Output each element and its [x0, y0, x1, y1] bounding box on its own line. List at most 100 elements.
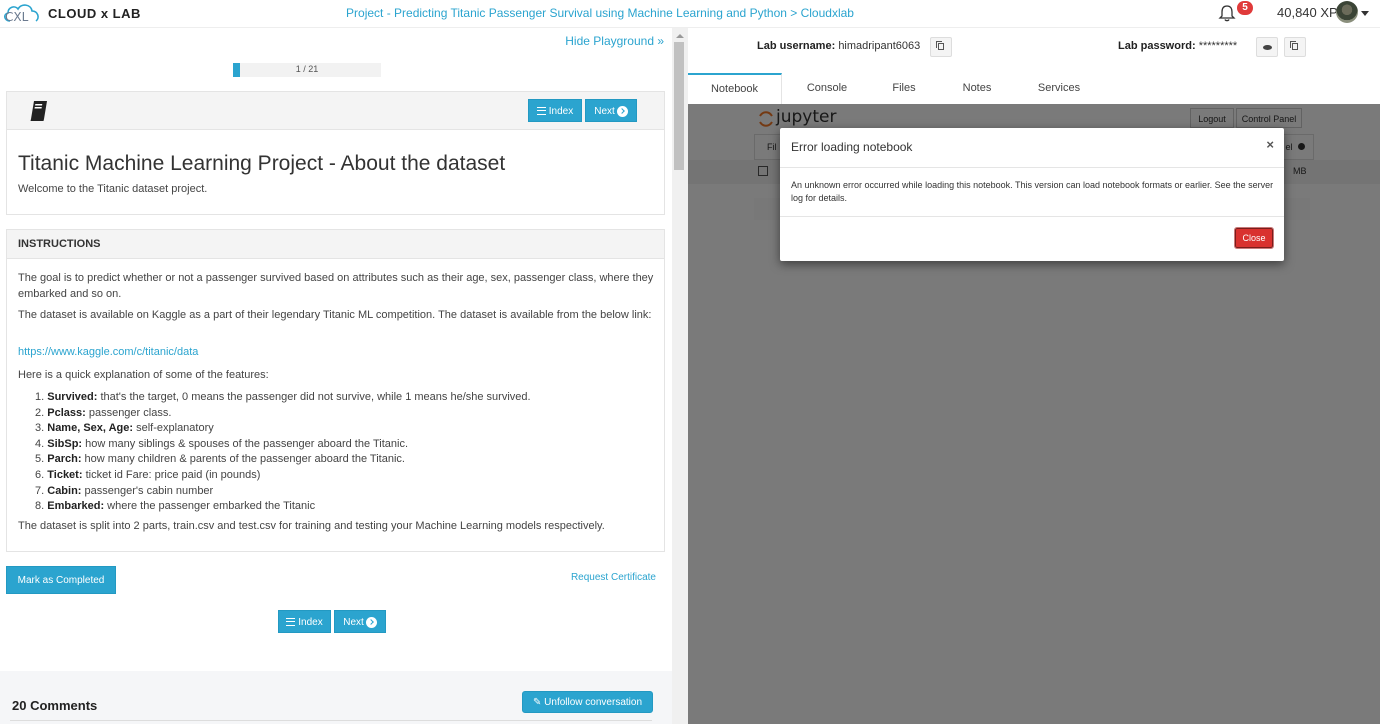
feature-list-item: 6. Ticket: ticket id Fare: price paid (i… — [35, 467, 531, 483]
feature-number: 1. — [35, 391, 45, 403]
next-button-label: Next — [343, 617, 364, 628]
eye-icon — [1263, 45, 1272, 50]
close-icon[interactable]: × — [1266, 137, 1274, 152]
unfollow-conversation-button[interactable]: ✎ Unfollow conversation — [522, 691, 653, 713]
feature-list-item: 7. Cabin: passenger's cabin number — [35, 483, 531, 499]
next-button[interactable]: Next — [585, 99, 637, 122]
tab-notes[interactable]: Notes — [946, 73, 1008, 104]
feature-list-item: 3. Name, Sex, Age: self-explanatory — [35, 420, 531, 436]
instructions-para-features: Here is a quick explanation of some of t… — [18, 369, 269, 381]
modal-close-button[interactable]: Close — [1234, 227, 1274, 249]
index-button[interactable]: Index — [528, 99, 582, 122]
modal-divider — [780, 216, 1284, 217]
unfollow-label: Unfollow conversation — [544, 697, 642, 708]
page-title: Project - Predicting Titanic Passenger S… — [0, 6, 1200, 20]
feature-number: 6. — [35, 468, 45, 481]
bell-icon[interactable] — [1218, 4, 1236, 22]
feature-list-item: 2. Pclass: passenger class. — [35, 405, 531, 421]
playground-pane: Lab username: himadripant6063 Lab passwo… — [688, 28, 1380, 724]
page-title-link[interactable]: Project - Predicting Titanic Passenger S… — [346, 6, 854, 20]
feature-description: how many children & parents of the passe… — [81, 453, 405, 466]
copy-icon — [1290, 41, 1298, 50]
comments-count: 20 Comments — [12, 698, 98, 713]
lab-username-label: Lab username: — [757, 40, 836, 52]
lab-username: Lab username: himadripant6063 — [757, 40, 920, 52]
next-button-bottom[interactable]: Next — [334, 610, 386, 633]
feature-number: 2. — [35, 406, 45, 419]
feature-name: Ticket: — [47, 468, 83, 481]
tab-notebook[interactable]: Notebook — [688, 73, 782, 104]
feature-list: 1. Survived: that's the target, 0 means … — [35, 389, 531, 514]
index-button-bottom[interactable]: Index — [278, 610, 331, 633]
instructions-para-dataset: The dataset is available on Kaggle as a … — [18, 309, 652, 321]
feature-description: self-explanatory — [133, 422, 214, 435]
lesson-card-header: Index Next — [6, 91, 665, 130]
error-modal: Error loading notebook × An unknown erro… — [780, 128, 1284, 261]
copy-icon — [936, 41, 944, 50]
instructions-heading: INSTRUCTIONS — [18, 238, 101, 250]
instructions-para-goal: The goal is to predict whether or not a … — [18, 272, 654, 300]
next-button-label: Next — [594, 106, 615, 117]
feature-name: SibSp: — [47, 437, 83, 450]
chevron-down-icon[interactable] — [1361, 11, 1369, 16]
kaggle-link[interactable]: https://www.kaggle.com/c/titanic/data — [18, 346, 198, 358]
lesson-progress-bar: 1 / 21 — [233, 63, 381, 77]
modal-message: An unknown error occurred while loading … — [791, 180, 1274, 203]
scrollbar-thumb[interactable] — [674, 42, 684, 170]
feature-name: Embarked: — [47, 500, 105, 513]
instructions-body: The goal is to predict whether or not a … — [6, 259, 665, 552]
feature-description: ticket id Fare: price paid (in pounds) — [82, 468, 261, 481]
avatar[interactable] — [1336, 1, 1358, 23]
progress-label: 1 / 21 — [295, 64, 319, 74]
lab-username-value: himadripant6063 — [838, 40, 921, 52]
lesson-card-body: Titanic Machine Learning Project - About… — [6, 130, 665, 215]
feature-name: Name, Sex, Age: — [47, 422, 134, 435]
feature-list-item: 1. Survived: that's the target, 0 means … — [35, 389, 531, 405]
tab-services[interactable]: Services — [1023, 73, 1095, 104]
feature-number: 5. — [35, 453, 45, 466]
tab-files[interactable]: Files — [873, 73, 935, 104]
book-icon — [30, 101, 47, 121]
request-certificate-link[interactable]: Request Certificate — [571, 572, 656, 583]
scroll-up-arrow-icon[interactable] — [676, 34, 684, 38]
feature-name: Pclass: — [47, 406, 86, 419]
show-password-button[interactable] — [1256, 37, 1278, 57]
feature-list-item: 5. Parch: how many children & parents of… — [35, 451, 531, 467]
notification-badge[interactable]: 5 — [1237, 1, 1253, 15]
feature-name: Cabin: — [47, 484, 82, 497]
chevron-right-circle-icon — [616, 105, 628, 117]
unfollow-icon: ✎ — [533, 697, 542, 708]
modal-title: Error loading notebook — [791, 140, 913, 154]
feature-description: how many siblings & spouses of the passe… — [82, 437, 409, 450]
index-button-label: Index — [298, 617, 323, 628]
lab-password: Lab password: ********* — [1118, 40, 1237, 52]
kaggle-link-wrap: https://www.kaggle.com/c/titanic/data — [18, 344, 658, 360]
copy-password-button[interactable] — [1284, 37, 1306, 57]
feature-description: where the passenger embarked the Titanic — [104, 500, 316, 513]
lesson-scrollbar[interactable] — [672, 28, 688, 724]
feature-description: that's the target, 0 means the passenger… — [97, 391, 531, 403]
mark-completed-button[interactable]: Mark as Completed — [6, 566, 116, 594]
feature-number: 3. — [35, 422, 45, 435]
tab-console[interactable]: Console — [788, 73, 866, 104]
lab-password-value: ********* — [1198, 40, 1238, 52]
modal-divider — [780, 167, 1284, 168]
instructions-para-split: The dataset is split into 2 parts, train… — [18, 520, 605, 532]
list-icon — [536, 107, 546, 116]
xp-points: 40,840 XP — [1277, 5, 1338, 20]
copy-username-button[interactable] — [930, 37, 952, 57]
lesson-subtitle: Welcome to the Titanic dataset project. — [18, 183, 208, 195]
index-button-label: Index — [548, 106, 574, 117]
feature-list-item: 8. Embarked: where the passenger embarke… — [35, 498, 531, 514]
comments-divider — [10, 720, 652, 721]
hide-playground-link[interactable]: Hide Playground » — [565, 34, 664, 48]
feature-number: 4. — [35, 437, 45, 450]
list-icon — [286, 618, 296, 627]
feature-number: 8. — [35, 500, 45, 513]
chevron-right-circle-icon — [365, 616, 377, 628]
lab-password-label: Lab password: — [1118, 40, 1196, 52]
top-bar: CXL CLOUD x LAB Project - Predicting Tit… — [0, 0, 1380, 28]
instructions-header: INSTRUCTIONS — [6, 229, 665, 259]
playground-tabs: Notebook Console Files Notes Services — [688, 73, 1380, 104]
lesson-pane: Hide Playground » 1 / 21 Index Next Tita… — [0, 28, 672, 724]
